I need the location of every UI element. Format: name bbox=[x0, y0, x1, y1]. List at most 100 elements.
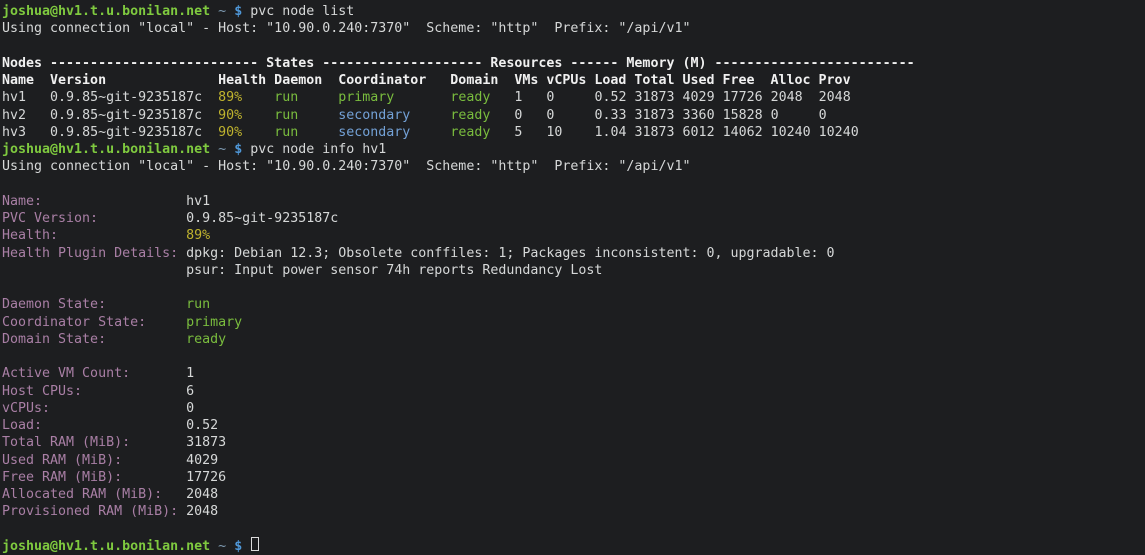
node-list-cell: 1 bbox=[514, 90, 546, 105]
prompt-cwd: ~ bbox=[218, 4, 226, 19]
prompt-line-node-list: joshua@hv1.t.u.bonilan.net ~ $ pvc node … bbox=[2, 3, 1145, 20]
node-list-cell: 6012 bbox=[683, 125, 723, 140]
node-info-line: Daemon State: run bbox=[2, 296, 1145, 313]
node-info-value: ready bbox=[186, 332, 226, 347]
node-info-value: 0.9.85~git-9235187c bbox=[186, 211, 338, 226]
node-list-cell: run bbox=[274, 108, 338, 123]
node-list-cell: 0 bbox=[819, 108, 827, 123]
node-list-cell: 0.52 bbox=[594, 90, 634, 105]
node-list-column-header: Name Version Health Daemon Coordinator D… bbox=[2, 72, 1145, 89]
prompt-line-node-info: joshua@hv1.t.u.bonilan.net ~ $ pvc node … bbox=[2, 141, 1145, 158]
node-info-value: 0 bbox=[186, 401, 194, 416]
blank-line bbox=[2, 176, 1145, 193]
blank-line bbox=[2, 348, 1145, 365]
node-list-cell: 31873 bbox=[635, 90, 683, 105]
node-info-value: 17726 bbox=[186, 470, 226, 485]
node-info-label: Used RAM (MiB): bbox=[2, 453, 186, 468]
node-list-cell: 2048 bbox=[771, 90, 819, 105]
node-info-value: run bbox=[186, 297, 210, 312]
node-list-cell: run bbox=[274, 125, 338, 140]
node-info-value: 2048 bbox=[186, 504, 218, 519]
node-list-cell: 0.33 bbox=[594, 108, 634, 123]
node-info-label: Health Plugin Details: bbox=[2, 246, 186, 261]
node-info-line: Allocated RAM (MiB): 2048 bbox=[2, 486, 1145, 503]
node-list-cell: hv2 bbox=[2, 108, 50, 123]
node-list-cell: ready bbox=[450, 108, 514, 123]
node-list-cell: 31873 bbox=[635, 108, 683, 123]
blank-line bbox=[2, 279, 1145, 296]
node-info-continuation-line: psur: Input power sensor 74h reports Red… bbox=[2, 262, 1145, 279]
node-list-cell: 0.9.85~git-9235187c bbox=[50, 108, 218, 123]
node-list-cell: 90% bbox=[218, 108, 274, 123]
terminal-cursor[interactable] bbox=[251, 537, 259, 551]
node-info-label: Health: bbox=[2, 228, 186, 243]
node-info-label: Domain State: bbox=[2, 332, 186, 347]
node-list-cell: 89% bbox=[218, 90, 274, 105]
node-info-label: Coordinator State: bbox=[2, 315, 186, 330]
node-info-line: Free RAM (MiB): 17726 bbox=[2, 469, 1145, 486]
node-info-value: 0.52 bbox=[186, 418, 218, 433]
node-info-line: Used RAM (MiB): 4029 bbox=[2, 452, 1145, 469]
node-list-cell: 90% bbox=[218, 125, 274, 140]
node-list-cell: ready bbox=[450, 125, 514, 140]
node-info-value: primary bbox=[186, 315, 242, 330]
node-info-value: 4029 bbox=[186, 453, 218, 468]
node-info-line: Health Plugin Details: dpkg: Debian 12.3… bbox=[2, 245, 1145, 262]
node-list-cell: primary bbox=[338, 90, 450, 105]
node-info-label: Active VM Count: bbox=[2, 366, 186, 381]
node-info-line: Total RAM (MiB): 31873 bbox=[2, 434, 1145, 451]
node-list-cell: 0 bbox=[546, 90, 594, 105]
node-list-cell: 0 bbox=[514, 108, 546, 123]
node-list-cell: hv1 bbox=[2, 90, 50, 105]
node-list-row: hv1 0.9.85~git-9235187c 89% run primary … bbox=[2, 89, 1145, 106]
node-list-cell: 5 bbox=[514, 125, 546, 140]
prompt-line-idle: joshua@hv1.t.u.bonilan.net ~ $ bbox=[2, 538, 1145, 555]
node-list-cell: 3360 bbox=[683, 108, 723, 123]
terminal-window[interactable]: joshua@hv1.t.u.bonilan.net ~ $ pvc node … bbox=[0, 0, 1145, 555]
node-info-value: dpkg: Debian 12.3; Obsolete conffiles: 1… bbox=[186, 246, 834, 261]
node-info-line: Provisioned RAM (MiB): 2048 bbox=[2, 503, 1145, 520]
node-info-value: hv1 bbox=[186, 194, 210, 209]
node-info-line: vCPUs: 0 bbox=[2, 400, 1145, 417]
command-text: pvc node list bbox=[250, 4, 354, 19]
node-list-cell: run bbox=[274, 90, 338, 105]
prompt-user-host: joshua@hv1.t.u.bonilan.net bbox=[2, 4, 210, 19]
node-list-cell: 0 bbox=[771, 108, 819, 123]
node-info-line: Name: hv1 bbox=[2, 193, 1145, 210]
node-info-line: Load: 0.52 bbox=[2, 417, 1145, 434]
node-info-label: Host CPUs: bbox=[2, 384, 186, 399]
node-info-label: Load: bbox=[2, 418, 186, 433]
node-info-line: Active VM Count: 1 bbox=[2, 365, 1145, 382]
node-list-cell: 2048 bbox=[819, 90, 851, 105]
node-list-row: hv2 0.9.85~git-9235187c 90% run secondar… bbox=[2, 107, 1145, 124]
node-list-cell: 14062 bbox=[723, 125, 771, 140]
node-list-cell: 0.9.85~git-9235187c bbox=[50, 90, 218, 105]
node-list-section-header: Nodes -------------------------- States … bbox=[2, 55, 1145, 72]
node-info-label: Free RAM (MiB): bbox=[2, 470, 186, 485]
node-list-cell: 4029 bbox=[683, 90, 723, 105]
node-list-cell: secondary bbox=[338, 108, 450, 123]
node-list-cell: 15828 bbox=[723, 108, 771, 123]
prompt-symbol: $ bbox=[234, 142, 242, 157]
node-info-value: 2048 bbox=[186, 487, 218, 502]
node-info-label: Name: bbox=[2, 194, 186, 209]
node-info-label: Allocated RAM (MiB): bbox=[2, 487, 186, 502]
node-info-label: Provisioned RAM (MiB): bbox=[2, 504, 186, 519]
node-info-line: PVC Version: 0.9.85~git-9235187c bbox=[2, 210, 1145, 227]
node-list-cell: 10 bbox=[546, 125, 594, 140]
prompt-symbol: $ bbox=[234, 539, 242, 554]
node-info-label: PVC Version: bbox=[2, 211, 186, 226]
command-text: pvc node info hv1 bbox=[250, 142, 386, 157]
node-list-cell: 1.04 bbox=[594, 125, 634, 140]
node-list-cell: hv3 bbox=[2, 125, 50, 140]
prompt-user-host: joshua@hv1.t.u.bonilan.net bbox=[2, 142, 210, 157]
node-list-cell: ready bbox=[450, 90, 514, 105]
node-list-cell: 31873 bbox=[635, 125, 683, 140]
prompt-symbol: $ bbox=[234, 4, 242, 19]
terminal-screen: joshua@hv1.t.u.bonilan.net ~ $ pvc node … bbox=[2, 3, 1145, 555]
node-list-cell: 10240 bbox=[819, 125, 859, 140]
node-info-line: Host CPUs: 6 bbox=[2, 383, 1145, 400]
node-info-line: Health: 89% bbox=[2, 227, 1145, 244]
prompt-user-host: joshua@hv1.t.u.bonilan.net bbox=[2, 539, 210, 554]
connection-info-line: Using connection "local" - Host: "10.90.… bbox=[2, 20, 1145, 37]
